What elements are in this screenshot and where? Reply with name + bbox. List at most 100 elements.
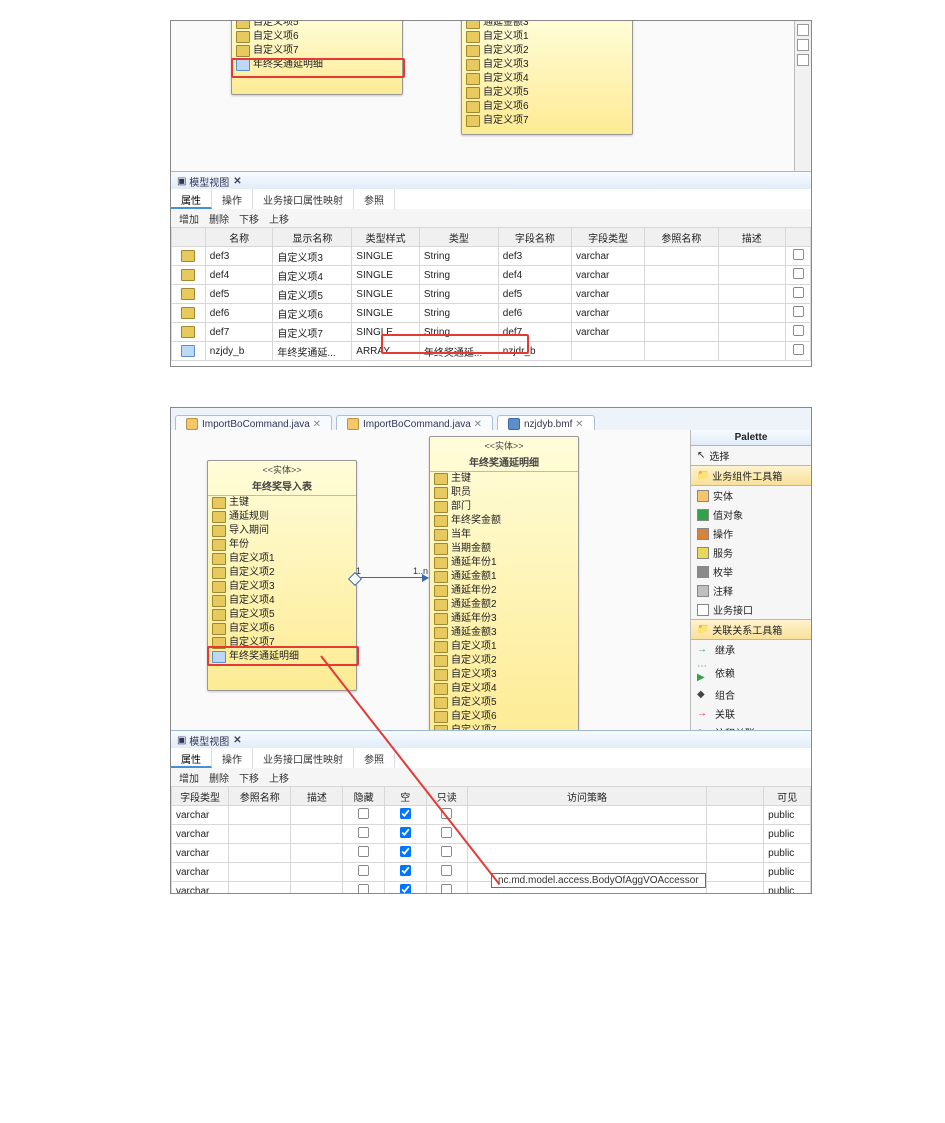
tab-reference[interactable]: 参照 [354, 189, 395, 209]
column-header[interactable]: 隐藏 [343, 787, 385, 806]
column-header[interactable]: 类型样式 [352, 228, 420, 247]
table-row[interactable]: def5自定义项5SINGLEStringdef5varchar [172, 285, 811, 304]
checkbox[interactable] [358, 827, 369, 838]
column-header[interactable]: 空 [384, 787, 426, 806]
panel-header-model-view[interactable]: ▣ 模型视图✕ [171, 171, 811, 191]
entity-box-a[interactable]: 自定义项5自定义项6自定义项7 年终奖通延明细 [231, 20, 403, 95]
entity-field[interactable]: 自定义项4 [208, 594, 356, 608]
close-icon[interactable]: ✕ [474, 419, 482, 430]
entity-field[interactable]: 部门 [430, 500, 578, 514]
entity-field[interactable]: 职员 [430, 486, 578, 500]
table-row[interactable]: def4自定义项4SINGLEStringdef4varchar [172, 266, 811, 285]
column-header[interactable]: 类型 [419, 228, 498, 247]
entity-field[interactable]: 自定义项2 [430, 654, 578, 668]
palette-group-components[interactable]: 📁 业务组件工具箱 [691, 465, 811, 486]
property-tabs[interactable]: 属性 操作 业务接口属性映射 参照 [171, 189, 811, 210]
table-row[interactable]: def3自定义项3SINGLEStringdef3varchar [172, 247, 811, 266]
entity-field[interactable]: 自定义项3 [208, 580, 356, 594]
palette-panel[interactable]: Palette ↖选择 📁 业务组件工具箱 实体值对象操作服务枚举注释业务接口 … [690, 430, 811, 730]
entity-field[interactable]: 通延年份2 [430, 584, 578, 598]
palette-item[interactable]: →关联 [691, 704, 811, 723]
palette-select-tool[interactable]: ↖选择 [691, 446, 811, 465]
diagram-canvas[interactable]: Palette ↖选择 📁 业务组件工具箱 实体值对象操作服务枚举注释业务接口 … [171, 430, 811, 731]
entity-field-aggregate[interactable]: 年终奖通延明细 [232, 58, 402, 72]
tab-attributes[interactable]: 属性 [171, 189, 212, 209]
checkbox[interactable] [441, 865, 452, 876]
relation-line[interactable]: 1 1..n [356, 577, 428, 578]
entity-field[interactable]: 自定义项1 [462, 30, 632, 44]
tab-attributes[interactable]: 属性 [171, 748, 212, 768]
column-header[interactable]: 描述 [291, 787, 343, 806]
checkbox[interactable] [441, 884, 452, 893]
column-header[interactable]: 显示名称 [273, 228, 352, 247]
checkbox[interactable] [400, 846, 411, 857]
checkbox[interactable] [358, 808, 369, 819]
entity-field[interactable]: 自定义项5 [430, 696, 578, 710]
column-header[interactable]: 访问策略 [468, 787, 707, 806]
close-icon[interactable]: ✕ [575, 419, 583, 430]
entity-field[interactable]: 通延金额3 [430, 626, 578, 640]
entity-field[interactable]: 年终奖金额 [430, 514, 578, 528]
entity-field[interactable]: 通延金额2 [430, 598, 578, 612]
entity-field[interactable]: 当年 [430, 528, 578, 542]
property-tabs[interactable]: 属性 操作 业务接口属性映射 参照 [171, 748, 811, 769]
entity-field[interactable]: 自定义项3 [430, 668, 578, 682]
table-row[interactable]: varcharpublic [172, 844, 811, 863]
column-header[interactable]: 字段类型 [572, 228, 645, 247]
entity-field[interactable]: 自定义项7 [208, 636, 356, 650]
tab-reference[interactable]: 参照 [354, 748, 395, 768]
checkbox[interactable] [441, 827, 452, 838]
panel-header-model-view[interactable]: ▣ 模型视图✕ [171, 730, 811, 750]
palette-item[interactable]: 服务 [691, 543, 811, 562]
checkbox[interactable] [400, 808, 411, 819]
close-icon[interactable]: ✕ [233, 735, 241, 746]
entity-field[interactable]: 自定义项7 [462, 114, 632, 128]
entity-field[interactable]: 自定义项5 [232, 20, 402, 30]
entity-field[interactable]: 自定义项3 [462, 58, 632, 72]
entity-field[interactable]: 自定义项4 [430, 682, 578, 696]
column-header[interactable]: 参照名称 [645, 228, 718, 247]
checkbox[interactable] [400, 865, 411, 876]
column-header[interactable]: 字段类型 [172, 787, 229, 806]
entity-box-detail[interactable]: <<实体>> 年终奖通延明细 主键职员部门年终奖金额当年当期金额通延年份1通延金… [429, 436, 579, 739]
entity-box-main[interactable]: <<实体>> 年终奖导入表 主键通延规则导入期间年份自定义项1自定义项2自定义项… [207, 460, 357, 691]
entity-field[interactable]: 自定义项1 [208, 552, 356, 566]
entity-field[interactable]: 自定义项5 [208, 608, 356, 622]
tab-operations[interactable]: 操作 [212, 189, 253, 209]
close-icon[interactable]: ✕ [233, 176, 241, 187]
entity-field[interactable]: 年份 [208, 538, 356, 552]
entity-field[interactable]: 自定义项5 [462, 86, 632, 100]
column-header[interactable]: 描述 [718, 228, 786, 247]
entity-field[interactable]: 自定义项6 [232, 30, 402, 44]
tab-biz-interface-mapping[interactable]: 业务接口属性映射 [253, 748, 354, 768]
checkbox[interactable] [358, 865, 369, 876]
palette-item[interactable]: 操作 [691, 524, 811, 543]
checkbox[interactable] [358, 846, 369, 857]
entity-field[interactable]: 自定义项4 [462, 72, 632, 86]
palette-item[interactable]: 注释 [691, 581, 811, 600]
entity-field[interactable]: 通延年份3 [430, 612, 578, 626]
entity-field[interactable]: 通延规则 [208, 510, 356, 524]
entity-field[interactable]: 通延金额1 [430, 570, 578, 584]
entity-field[interactable]: 主键 [430, 472, 578, 486]
column-header[interactable]: 可见 [764, 787, 811, 806]
tab-operations[interactable]: 操作 [212, 748, 253, 768]
palette-item[interactable]: 实体 [691, 486, 811, 505]
entity-field[interactable]: 当期金额 [430, 542, 578, 556]
entity-field[interactable]: 自定义项2 [462, 44, 632, 58]
palette-item[interactable]: ⋯▶依赖 [691, 659, 811, 685]
checkbox[interactable] [400, 884, 411, 893]
column-header[interactable]: 名称 [205, 228, 273, 247]
table-row[interactable]: def6自定义项6SINGLEStringdef6varchar [172, 304, 811, 323]
entity-field[interactable]: 自定义项7 [232, 44, 402, 58]
palette-item[interactable]: 值对象 [691, 505, 811, 524]
entity-field[interactable]: 自定义项6 [462, 100, 632, 114]
entity-field[interactable]: 导入期间 [208, 524, 356, 538]
palette-item[interactable]: 枚举 [691, 562, 811, 581]
table-row[interactable]: varcharpublic [172, 806, 811, 825]
table-row[interactable]: def7自定义项7SINGLEStringdef7varchar [172, 323, 811, 342]
column-header[interactable] [172, 228, 206, 247]
palette-group-relations[interactable]: 📁 关联关系工具箱 [691, 619, 811, 640]
checkbox[interactable] [358, 884, 369, 893]
entity-field[interactable]: 自定义项2 [208, 566, 356, 580]
